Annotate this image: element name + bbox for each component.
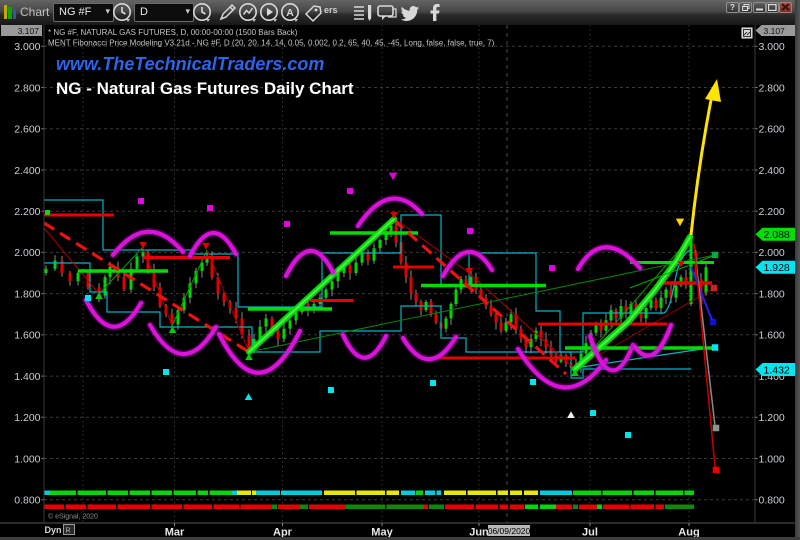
svg-text:0.800: 0.800 <box>759 495 785 507</box>
svg-text:1.928: 1.928 <box>764 262 790 274</box>
svg-text:1.432: 1.432 <box>764 364 790 376</box>
svg-text:1.800: 1.800 <box>14 288 40 300</box>
svg-text:3.107: 3.107 <box>764 26 786 36</box>
svg-text:2.000: 2.000 <box>759 247 785 259</box>
svg-text:1.200: 1.200 <box>759 412 785 424</box>
svg-text:A: A <box>286 7 294 19</box>
svg-text:1.600: 1.600 <box>759 330 785 342</box>
svg-text:www.TheTechnicalTraders.com: www.TheTechnicalTraders.com <box>56 54 324 74</box>
svg-text:2.800: 2.800 <box>759 82 785 94</box>
svg-text:* NG #F, NATURAL GAS FUTURES,: * NG #F, NATURAL GAS FUTURES, D, 00:00-0… <box>48 28 298 37</box>
svg-text:2.000: 2.000 <box>14 247 40 259</box>
svg-text:2.200: 2.200 <box>759 206 785 218</box>
svg-text:2.400: 2.400 <box>759 165 785 177</box>
svg-text:0.800: 0.800 <box>14 495 40 507</box>
svg-text:3.107: 3.107 <box>18 26 40 36</box>
svg-text:1.600: 1.600 <box>14 330 40 342</box>
svg-text:1.000: 1.000 <box>759 453 785 465</box>
svg-text:2.400: 2.400 <box>14 165 40 177</box>
svg-text:MENT Fibonacci Price Modeling: MENT Fibonacci Price Modeling V3.21d - N… <box>48 39 495 48</box>
svg-text:06/09/2020: 06/09/2020 <box>488 526 531 536</box>
svg-text:2.600: 2.600 <box>14 124 40 136</box>
svg-text:Dyn: Dyn <box>45 525 62 535</box>
svg-text:R: R <box>66 528 71 535</box>
svg-text:NG - Natural Gas Futures Daily: NG - Natural Gas Futures Daily Chart <box>56 79 354 98</box>
svg-text:?: ? <box>730 3 735 11</box>
svg-text:2.088: 2.088 <box>764 229 790 241</box>
svg-text:3.000: 3.000 <box>759 41 785 53</box>
svg-text:2.800: 2.800 <box>14 82 40 94</box>
svg-text:© eSignal, 2020: © eSignal, 2020 <box>48 513 98 521</box>
svg-text:1.200: 1.200 <box>14 412 40 424</box>
svg-text:2.600: 2.600 <box>759 124 785 136</box>
svg-text:1.400: 1.400 <box>14 371 40 383</box>
svg-text:1.800: 1.800 <box>759 288 785 300</box>
svg-text:2.200: 2.200 <box>14 206 40 218</box>
svg-text:1.000: 1.000 <box>14 453 40 465</box>
svg-text:3.000: 3.000 <box>14 41 40 53</box>
